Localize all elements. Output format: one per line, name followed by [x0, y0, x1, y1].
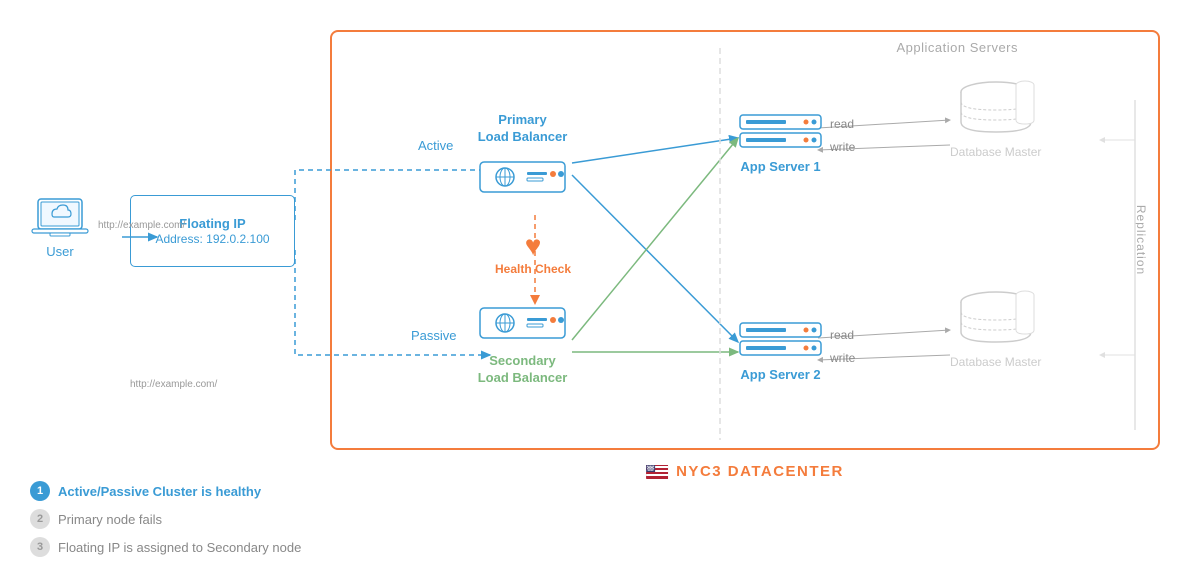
main-container: Application Servers Replication	[0, 0, 1200, 577]
user-laptop-icon	[30, 195, 90, 240]
secondary-lb-icon	[475, 298, 570, 348]
app-server-1-icon	[738, 112, 823, 150]
legend-text-1: Active/Passive Cluster is healthy	[58, 484, 261, 499]
app-server-1-label: App Server 1	[738, 159, 823, 174]
health-check-label: Health Check	[488, 262, 578, 276]
datacenter-label: NYC3 DATACENTER	[646, 463, 844, 480]
flag-icon	[646, 465, 668, 479]
user-section: http://example.com/ User	[30, 195, 90, 259]
secondary-lb-label: Secondary Load Balancer	[475, 353, 570, 387]
app-server-2: App Server 2	[738, 320, 823, 382]
legend-badge-1: 1	[30, 481, 50, 501]
app-server-2-label: App Server 2	[738, 367, 823, 382]
active-label: Active	[418, 138, 453, 153]
db-master-2-icon	[956, 290, 1036, 350]
replication-label: Replication	[1134, 205, 1148, 275]
floating-ip-box: Floating IP Address: 192.0.2.100	[130, 195, 295, 267]
health-check: ♥ Health Check	[488, 230, 578, 276]
rw-label-1: read	[830, 117, 854, 131]
rw-label-4: write	[830, 351, 855, 365]
db-master-1: Database Master	[950, 80, 1041, 159]
secondary-lb: Secondary Load Balancer	[475, 298, 570, 393]
primary-lb-label: Primary Load Balancer	[475, 112, 570, 146]
db-master-1-icon	[956, 80, 1036, 140]
app-server-1: App Server 1	[738, 112, 823, 174]
legend: 1 Active/Passive Cluster is healthy 2 Pr…	[30, 481, 301, 557]
url-text: http://example.com/	[98, 220, 185, 231]
passive-label: Passive	[411, 328, 457, 343]
url-label: http://example.com/	[130, 379, 217, 390]
legend-text-2: Primary node fails	[58, 512, 162, 527]
rw-label-3: read	[830, 328, 854, 342]
rw-label-2: write	[830, 140, 855, 154]
legend-badge-3: 3	[30, 537, 50, 557]
floating-ip-address: Address: 192.0.2.100	[155, 232, 269, 246]
db-master-2-label: Database Master	[950, 355, 1041, 369]
floating-ip-title: Floating IP	[179, 216, 245, 233]
primary-lb: Primary Load Balancer	[475, 112, 570, 207]
legend-item-1: 1 Active/Passive Cluster is healthy	[30, 481, 301, 501]
db-master-1-label: Database Master	[950, 145, 1041, 159]
heart-icon: ♥	[488, 230, 578, 262]
legend-badge-2: 2	[30, 509, 50, 529]
app-servers-label: Application Servers	[897, 40, 1019, 55]
legend-item-3: 3 Floating IP is assigned to Secondary n…	[30, 537, 301, 557]
primary-lb-icon	[475, 152, 570, 202]
legend-text-3: Floating IP is assigned to Secondary nod…	[58, 540, 301, 555]
user-label: User	[46, 244, 73, 259]
db-master-2: Database Master	[950, 290, 1041, 369]
legend-item-2: 2 Primary node fails	[30, 509, 301, 529]
app-server-2-icon	[738, 320, 823, 358]
